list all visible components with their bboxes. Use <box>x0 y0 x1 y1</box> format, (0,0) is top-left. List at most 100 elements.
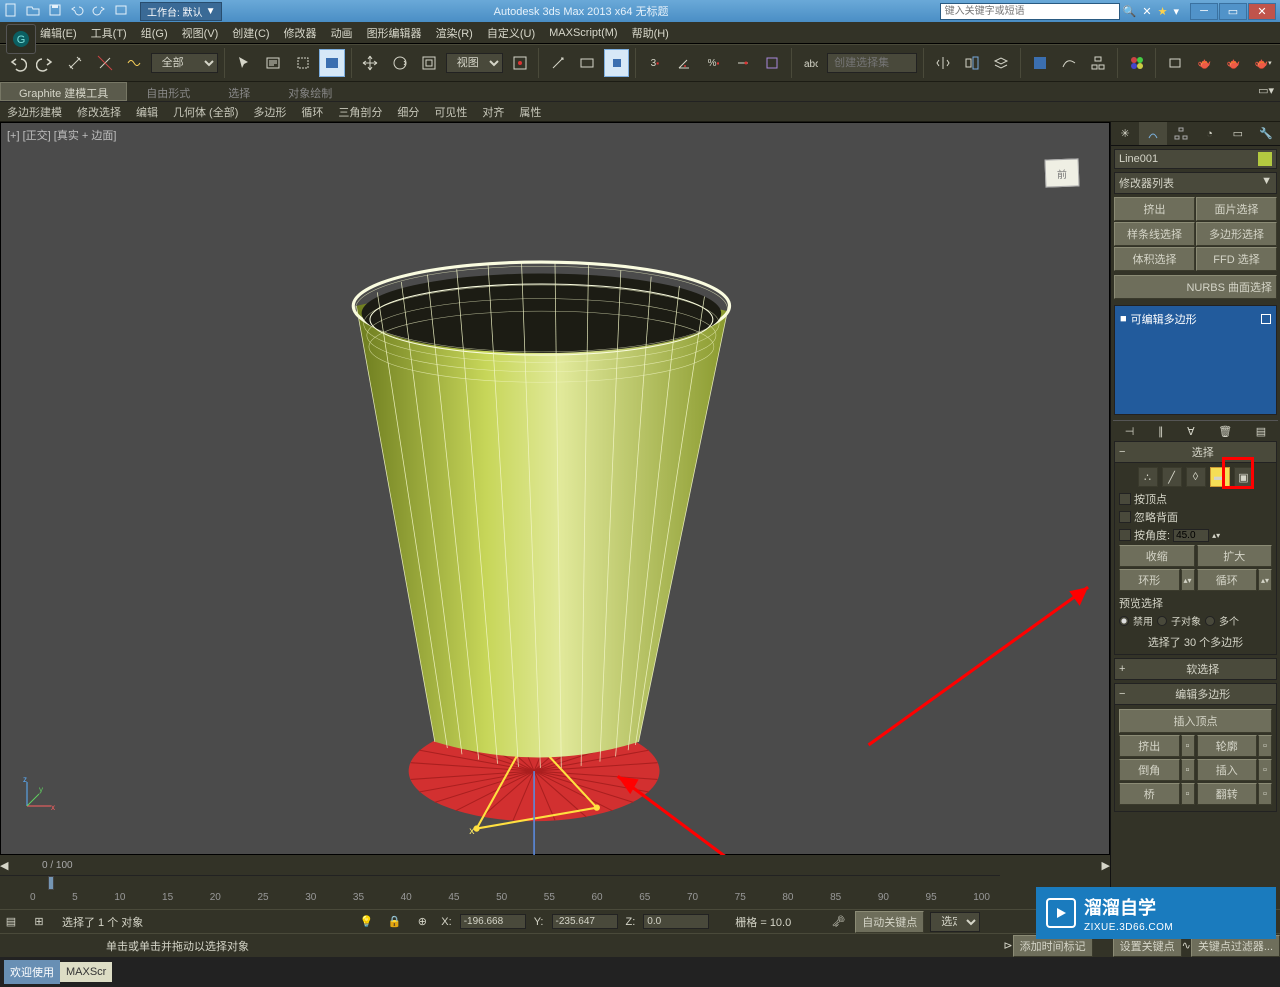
unlink-button[interactable] <box>92 49 117 77</box>
panel-tris[interactable]: 三角剖分 <box>331 102 389 122</box>
panel-align[interactable]: 对齐 <box>475 102 511 122</box>
inset-button[interactable]: 插入 <box>1197 759 1258 781</box>
key-mode-dropdown[interactable]: 选定对 <box>930 912 980 932</box>
keyboard-shortcut-button[interactable] <box>575 49 600 77</box>
mirror-button[interactable] <box>930 49 955 77</box>
render-setup-button[interactable] <box>1162 49 1187 77</box>
panel-visibility[interactable]: 可见性 <box>427 102 474 122</box>
qat-open-icon[interactable] <box>26 3 42 19</box>
snap-3d-button[interactable]: 3▪ <box>642 49 667 77</box>
by-angle-checkbox[interactable]: 按角度: ▴▾ <box>1119 527 1272 543</box>
key-filter-icon[interactable]: ∿ <box>1182 939 1191 952</box>
selection-filter-dropdown[interactable]: 全部 <box>151 53 219 73</box>
comm-center-icon[interactable]: ✕ <box>1142 5 1151 18</box>
track-bar[interactable]: 0510152025303540455055606570758085909510… <box>0 875 1000 909</box>
rollout-edit-poly-header[interactable]: −编辑多边形 <box>1114 683 1277 705</box>
bevel-button[interactable]: 倒角 <box>1119 759 1180 781</box>
app-menu-button[interactable]: G <box>6 24 36 54</box>
object-color-swatch[interactable] <box>1258 152 1272 166</box>
loop-button[interactable]: 循环 <box>1197 569 1258 591</box>
mod-vol-select-button[interactable]: 体积选择 <box>1114 247 1195 271</box>
subobj-polygon-icon[interactable]: ▬ <box>1210 467 1230 487</box>
named-sel-icon[interactable]: abc <box>798 49 823 77</box>
workspace-selector[interactable]: 工作台: 默认▼ <box>140 2 222 21</box>
rollout-selection-header[interactable]: −选择 <box>1114 441 1277 463</box>
minimize-button[interactable]: ─ <box>1190 3 1218 20</box>
window-crossing-button[interactable] <box>319 49 344 77</box>
angle-spinner[interactable] <box>1173 529 1209 542</box>
help-search-input[interactable] <box>940 3 1120 20</box>
preview-subobj-radio[interactable] <box>1157 616 1167 626</box>
rollout-soft-selection-header[interactable]: +软选择 <box>1114 658 1277 680</box>
select-move-button[interactable] <box>358 49 383 77</box>
menu-help[interactable]: 帮助(H) <box>632 25 669 41</box>
tab-hierarchy-icon[interactable] <box>1167 122 1195 145</box>
qat-project-icon[interactable] <box>114 3 130 19</box>
edged-faces-button[interactable] <box>759 49 784 77</box>
menu-create[interactable]: 创建(C) <box>232 25 269 41</box>
mod-extrude-button[interactable]: 挤出 <box>1114 197 1195 221</box>
preview-multi-radio[interactable] <box>1205 616 1215 626</box>
panel-loops[interactable]: 循环 <box>294 102 330 122</box>
menu-group[interactable]: 组(G) <box>141 25 168 41</box>
menu-customize[interactable]: 自定义(U) <box>487 25 535 41</box>
bind-spacewarp-button[interactable] <box>121 49 146 77</box>
angle-snap-button[interactable] <box>672 49 697 77</box>
percent-snap-button[interactable]: %▪ <box>701 49 726 77</box>
panel-edit[interactable]: 编辑 <box>129 102 165 122</box>
pivot-center-button[interactable] <box>507 49 532 77</box>
modifier-list-dropdown[interactable]: 修改器列表▼ <box>1114 172 1277 194</box>
redo-button[interactable] <box>33 49 58 77</box>
y-coord-field[interactable]: -235.647 <box>552 914 618 929</box>
z-coord-field[interactable]: 0.0 <box>643 914 709 929</box>
menu-edit[interactable]: 编辑(E) <box>40 25 77 41</box>
tab-modify-icon[interactable] <box>1139 122 1167 145</box>
select-rotate-button[interactable] <box>387 49 412 77</box>
remove-modifier-icon[interactable]: 🗑 <box>1218 425 1232 438</box>
mod-ffd-select-button[interactable]: FFD 选择 <box>1196 247 1277 271</box>
panel-polygons[interactable]: 多边形 <box>246 102 293 122</box>
mod-poly-select-button[interactable]: 多边形选择 <box>1196 222 1277 246</box>
close-button[interactable]: ✕ <box>1248 3 1276 20</box>
graphite-toggle-button[interactable] <box>1027 49 1052 77</box>
mod-nurbs-button[interactable]: NURBS 曲面选择 <box>1114 275 1277 299</box>
subobj-vertex-icon[interactable]: ∴ <box>1138 467 1158 487</box>
menu-rendering[interactable]: 渲染(R) <box>436 25 473 41</box>
mod-patch-select-button[interactable]: 面片选择 <box>1196 197 1277 221</box>
tab-create-icon[interactable]: ✳ <box>1111 122 1139 145</box>
lock-selection-icon[interactable]: 💡 <box>355 911 377 933</box>
tab-graphite-modeling[interactable]: Graphite 建模工具 <box>0 82 127 101</box>
track-sel-icon[interactable]: ⊞ <box>28 911 50 933</box>
ring-spinner[interactable]: ▴▾ <box>1181 569 1195 591</box>
shrink-button[interactable]: 收缩 <box>1119 545 1195 567</box>
favorites-icon[interactable]: ★ <box>1158 5 1168 18</box>
panel-subdivision[interactable]: 细分 <box>390 102 426 122</box>
align-button[interactable] <box>959 49 984 77</box>
ref-coord-dropdown[interactable]: 视图 <box>446 53 503 73</box>
stack-item-toggle[interactable] <box>1261 314 1271 324</box>
inset-settings-button[interactable]: ▫ <box>1258 759 1272 781</box>
outline-button[interactable]: 轮廓 <box>1197 735 1258 757</box>
panel-properties[interactable]: 属性 <box>512 102 548 122</box>
auto-key-button[interactable]: 自动关键点 <box>855 911 924 933</box>
selected-object-name[interactable]: Line001 <box>1114 149 1277 169</box>
ribbon-collapse-icon[interactable]: ▭▾ <box>1252 82 1280 101</box>
script-listener-icon[interactable]: ▤ <box>0 911 22 933</box>
menu-maxscript[interactable]: MAXScript(M) <box>549 27 617 39</box>
extrude-settings-button[interactable]: ▫ <box>1181 735 1195 757</box>
qat-save-icon[interactable] <box>48 3 64 19</box>
maxscript-tab[interactable]: MAXScr <box>60 962 112 982</box>
snap-toggle-button[interactable] <box>604 49 629 77</box>
mod-spline-select-button[interactable]: 样条线选择 <box>1114 222 1195 246</box>
search-icon[interactable]: 🔍 <box>1123 5 1137 18</box>
menu-views[interactable]: 视图(V) <box>182 25 219 41</box>
tab-utilities-icon[interactable]: 🔧 <box>1252 122 1280 145</box>
maximize-button[interactable]: ▭ <box>1219 3 1247 20</box>
qat-redo-icon[interactable] <box>92 3 108 19</box>
tab-object-paint[interactable]: 对象绘制 <box>269 82 351 101</box>
qat-undo-icon[interactable] <box>70 3 86 19</box>
welcome-tab[interactable]: 欢迎使用 <box>4 960 60 984</box>
configure-sets-icon[interactable]: ▤ <box>1256 425 1266 438</box>
bevel-settings-button[interactable]: ▫ <box>1181 759 1195 781</box>
menu-tools[interactable]: 工具(T) <box>91 25 127 41</box>
